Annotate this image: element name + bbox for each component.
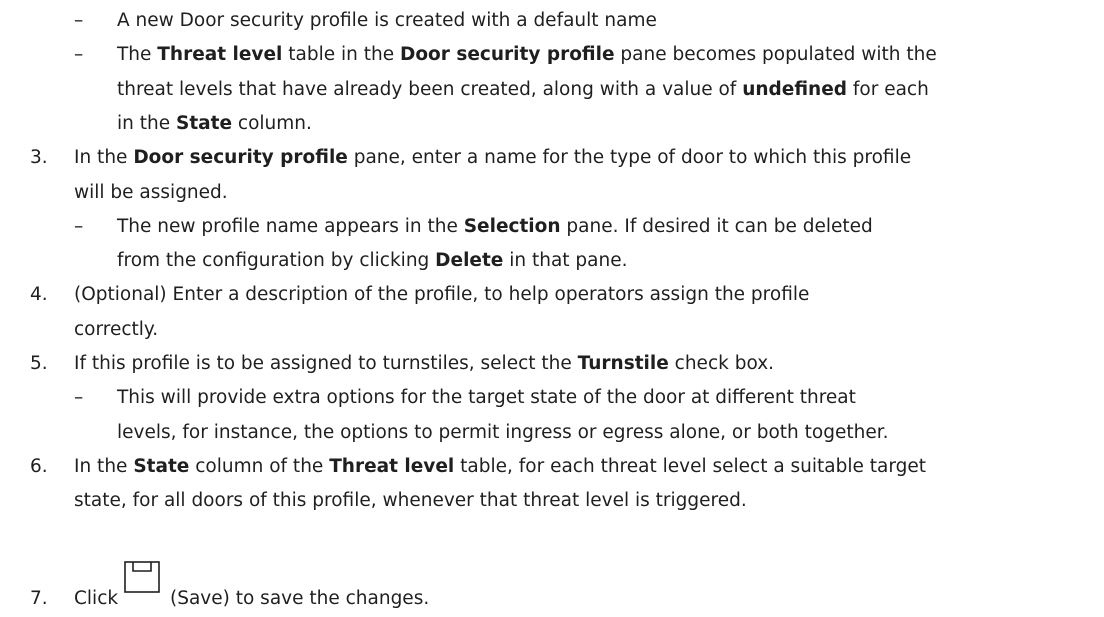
bold-term: Delete xyxy=(435,250,504,272)
bold-term: Door security profile xyxy=(133,147,348,169)
text-run: pane, enter a name for the type of door … xyxy=(347,147,912,169)
line-text: In the State column of the Threat level … xyxy=(74,452,926,482)
text-run: will be assigned. xyxy=(74,181,228,203)
bold-term: State xyxy=(133,455,190,477)
bold-term: Threat level xyxy=(329,455,455,477)
text-run: check box. xyxy=(668,353,775,374)
dash-bullet: – xyxy=(74,44,84,66)
step-number: 4. xyxy=(30,284,48,306)
step-number: 3. xyxy=(30,147,48,169)
text-run: The xyxy=(117,44,158,66)
line-text: will be assigned. xyxy=(74,178,228,208)
step-number: 6. xyxy=(30,455,48,477)
bold-term: State xyxy=(176,112,233,134)
text-run: pane. If desired it can be deleted xyxy=(560,215,873,237)
text-run: threat levels that have already been cre… xyxy=(117,78,743,100)
line-text: The new profile name appears in the Sele… xyxy=(117,212,873,242)
text-run: In the xyxy=(74,147,134,169)
text-run: column of the xyxy=(189,455,330,477)
text-run: The new profile name appears in the xyxy=(117,215,464,237)
step-number: 5. xyxy=(30,353,48,374)
line-text: In the Door security profile pane, enter… xyxy=(74,143,911,173)
text-run: (Optional) Enter a description of the pr… xyxy=(74,284,810,306)
bold-term: Selection xyxy=(463,215,561,237)
line-text: state, for all doors of this profile, wh… xyxy=(74,486,747,516)
dash-bullet: – xyxy=(74,387,84,409)
text-run: A new Door security profile is created w… xyxy=(117,10,657,31)
line-text: in the State column. xyxy=(117,109,312,139)
line-text: A new Door security profile is created w… xyxy=(117,6,657,36)
line-text: The Threat level table in the Door secur… xyxy=(117,40,937,70)
dash-bullet: – xyxy=(74,10,84,31)
line-text: levels, for instance, the options to per… xyxy=(117,418,889,448)
line-text: threat levels that have already been cre… xyxy=(117,75,929,105)
text-run: in that pane. xyxy=(503,250,628,272)
text-run: for each xyxy=(847,78,929,100)
text-run: This will provide extra options for the … xyxy=(117,387,856,409)
text-run: In the xyxy=(74,455,134,477)
bold-term: Door security profile xyxy=(399,44,615,66)
text-run: from the configuration by clicking xyxy=(117,250,436,272)
line-text: (Optional) Enter a description of the pr… xyxy=(74,280,809,310)
text-run: state, for all doors of this profile, wh… xyxy=(74,490,747,512)
text-run: If this profile is to be assigned to tur… xyxy=(74,353,578,374)
text-run: column. xyxy=(232,112,312,134)
bold-term: Threat level xyxy=(157,44,283,66)
dash-bullet: – xyxy=(74,215,84,237)
bold-term: Turnstile xyxy=(577,353,669,374)
text-run: table in the xyxy=(282,44,400,66)
bold-term: undefined xyxy=(742,78,848,100)
line-text: from the configuration by clicking Delet… xyxy=(117,246,628,276)
text-run: levels, for instance, the options to per… xyxy=(117,421,889,443)
save-icon xyxy=(124,561,160,593)
line-text: correctly. xyxy=(74,315,158,345)
line-text: If this profile is to be assigned to tur… xyxy=(74,349,774,379)
text-run: in the xyxy=(117,112,176,134)
text-run: table, for each threat level select a su… xyxy=(454,455,927,477)
step-number: 7. xyxy=(30,588,48,609)
step-7-text-after: (Save) to save the changes. xyxy=(170,588,430,609)
step-7-text-before: Click xyxy=(74,588,119,609)
text-run: correctly. xyxy=(74,318,159,340)
line-text: This will provide extra options for the … xyxy=(117,383,856,413)
text-run: pane becomes populated with the xyxy=(614,44,937,66)
